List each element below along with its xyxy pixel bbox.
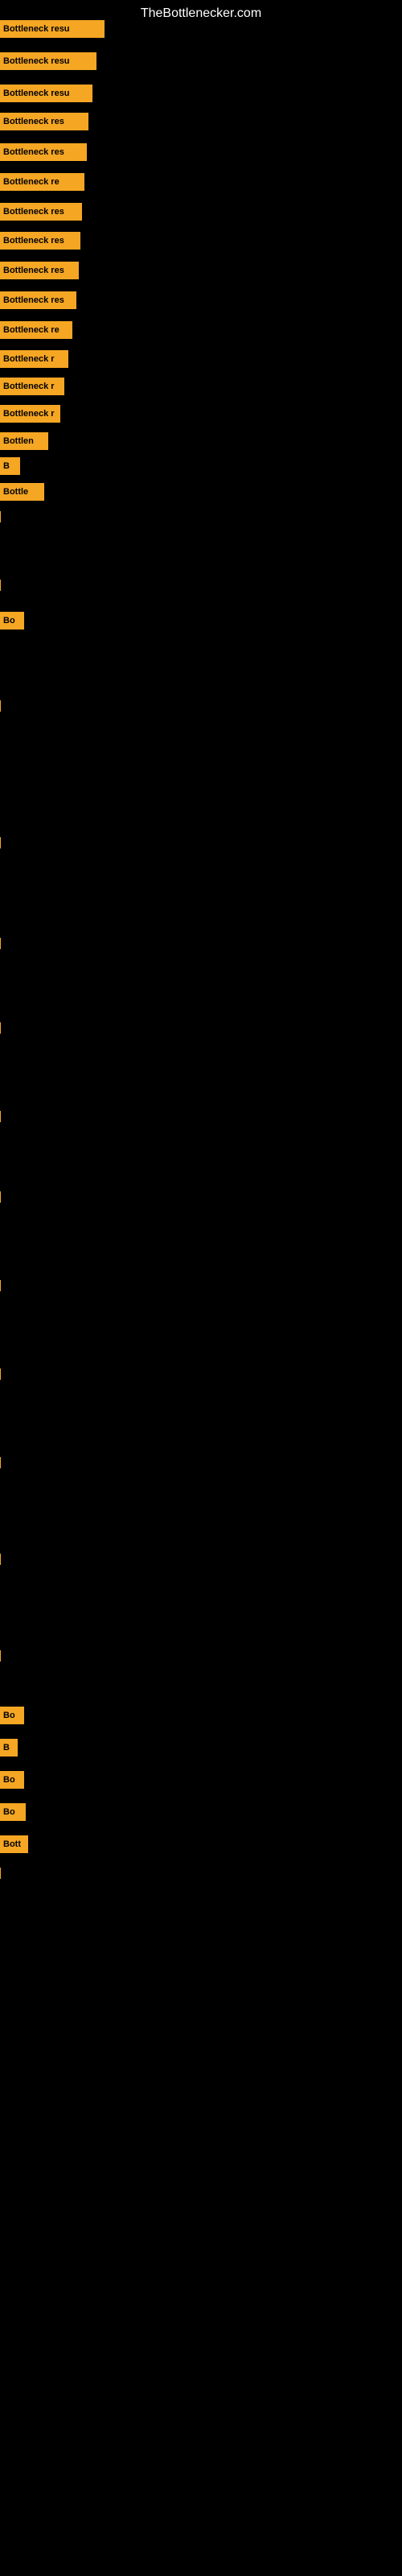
bottleneck-bar-20: Bo <box>0 612 24 630</box>
bottleneck-line-22 <box>0 837 1 848</box>
bottleneck-line-28 <box>0 1368 1 1380</box>
bottleneck-bar-10: Bottleneck res <box>0 291 76 309</box>
bottleneck-line-31 <box>0 1650 1 1662</box>
bottleneck-line-21 <box>0 700 1 712</box>
bottleneck-bar-5: Bottleneck res <box>0 143 87 161</box>
bottleneck-bar-32: Bo <box>0 1707 24 1724</box>
bottleneck-bar-36: Bott <box>0 1835 28 1853</box>
bottleneck-bar-3: Bottleneck resu <box>0 85 92 102</box>
bottleneck-bar-1: Bottleneck resu <box>0 20 105 38</box>
bottleneck-line-19 <box>0 580 1 591</box>
bottleneck-bar-11: Bottleneck re <box>0 321 72 339</box>
bottleneck-bar-17: Bottle <box>0 483 44 501</box>
bottleneck-bar-6: Bottleneck re <box>0 173 84 191</box>
bottleneck-bar-12: Bottleneck r <box>0 350 68 368</box>
bottleneck-bar-13: Bottleneck r <box>0 378 64 395</box>
bottleneck-line-37 <box>0 1868 1 1879</box>
bottleneck-line-30 <box>0 1554 1 1565</box>
bottleneck-bar-34: Bo <box>0 1771 24 1789</box>
bottleneck-bar-14: Bottleneck r <box>0 405 60 423</box>
bottleneck-bar-33: B <box>0 1739 18 1757</box>
bottleneck-line-23 <box>0 938 1 949</box>
bottleneck-bar-15: Bottlen <box>0 432 48 450</box>
bottleneck-line-29 <box>0 1457 1 1468</box>
bottleneck-bar-2: Bottleneck resu <box>0 52 96 70</box>
bottleneck-bar-4: Bottleneck res <box>0 113 88 130</box>
bottleneck-bar-16: B <box>0 457 20 475</box>
bottleneck-line-18 <box>0 511 1 522</box>
bottleneck-line-26 <box>0 1191 1 1203</box>
bottleneck-line-24 <box>0 1022 1 1034</box>
bottleneck-bar-7: Bottleneck res <box>0 203 82 221</box>
bottleneck-line-25 <box>0 1111 1 1122</box>
bottleneck-bar-35: Bo <box>0 1803 26 1821</box>
bottleneck-bar-9: Bottleneck res <box>0 262 79 279</box>
bottleneck-bar-8: Bottleneck res <box>0 232 80 250</box>
bottleneck-line-27 <box>0 1280 1 1291</box>
